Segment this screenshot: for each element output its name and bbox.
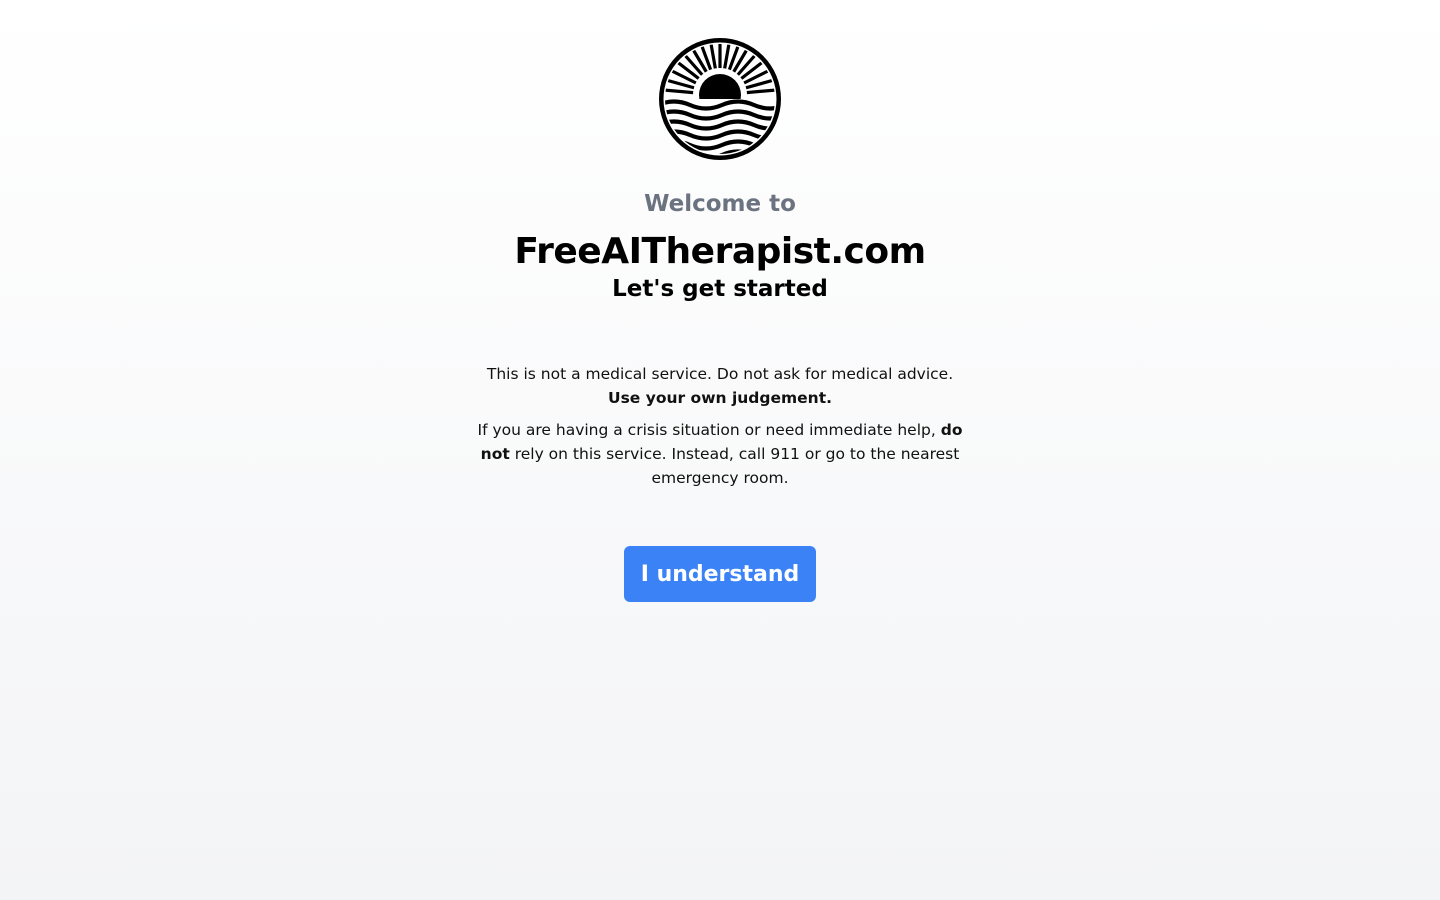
welcome-heading: Welcome to: [644, 191, 796, 217]
crisis-text-before: If you are having a crisis situation or …: [477, 421, 936, 439]
subtitle-heading: Let's get started: [612, 276, 828, 302]
crisis-text-after: rely on this service. Instead, call 911 …: [514, 445, 960, 487]
judgement-emphasis: Use your own judgement.: [608, 389, 832, 407]
disclaimer-text: This is not a medical service. Do not as…: [470, 362, 970, 490]
sunset-logo-icon: [659, 38, 781, 160]
medical-notice-text: This is not a medical service. Do not as…: [486, 365, 954, 383]
disclaimer-paragraph-medical: This is not a medical service. Do not as…: [470, 362, 970, 410]
i-understand-button[interactable]: I understand: [624, 546, 816, 602]
disclaimer-paragraph-crisis: If you are having a crisis situation or …: [470, 418, 970, 490]
main-container: Welcome to FreeAITherapist.com Let's get…: [0, 0, 1440, 602]
site-title: FreeAITherapist.com: [514, 231, 926, 272]
